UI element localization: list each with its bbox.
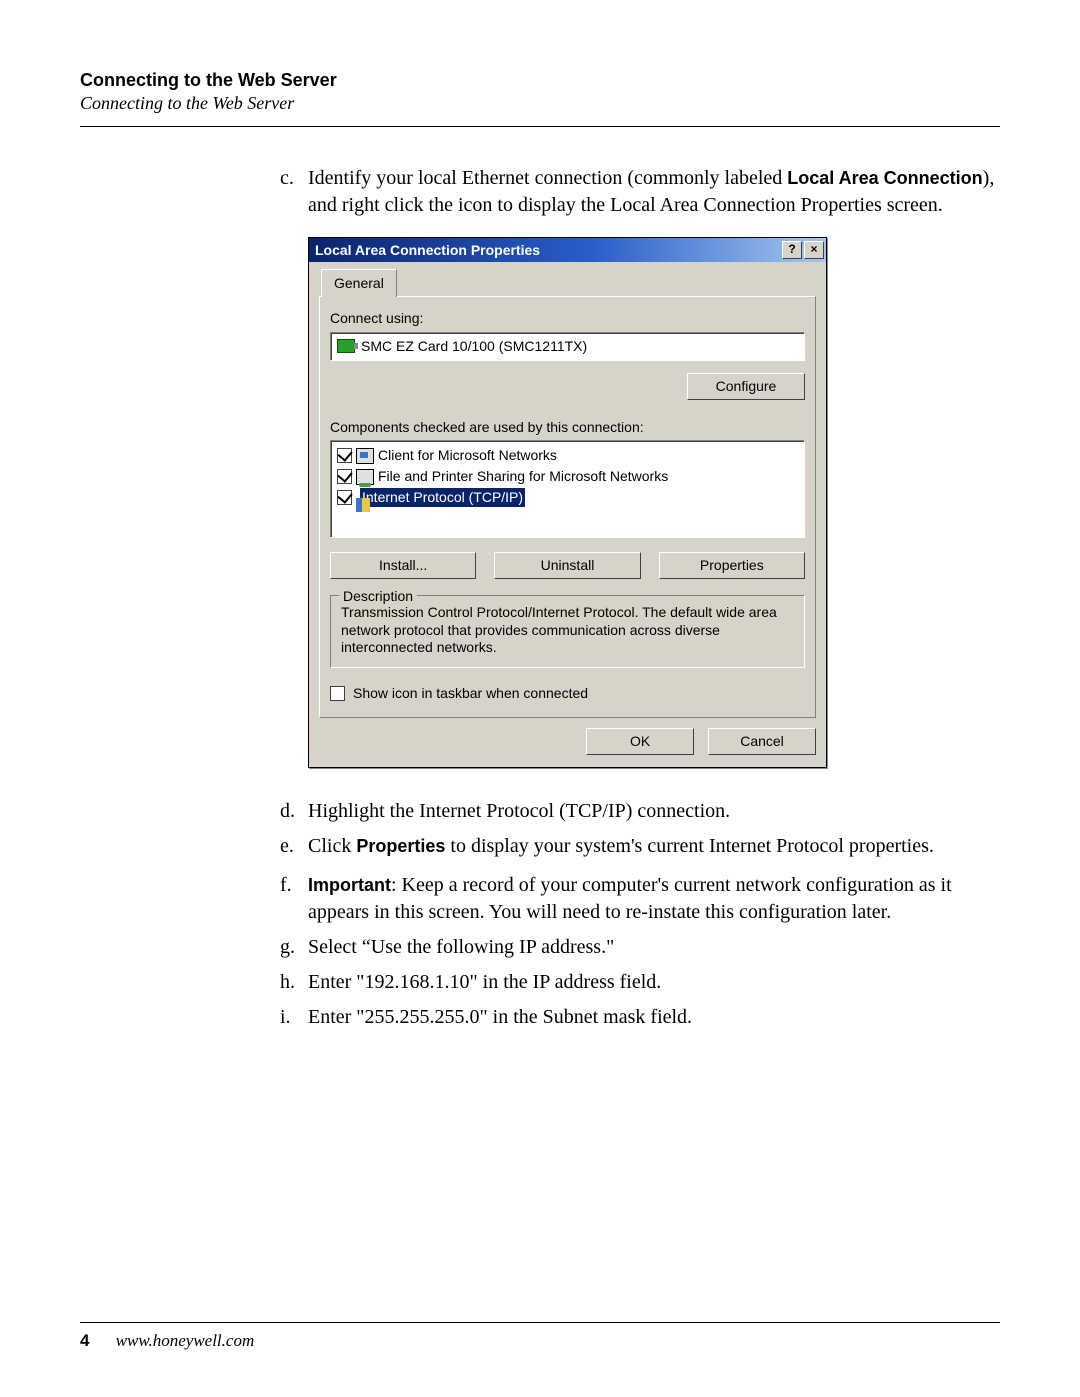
- text-run: : Keep a record of your computer's curre…: [308, 874, 952, 923]
- network-adapter-icon: [337, 339, 355, 353]
- install-button[interactable]: Install...: [330, 552, 476, 579]
- list-item-selected[interactable]: Internet Protocol (TCP/IP): [337, 487, 798, 508]
- step-marker: e.: [280, 833, 308, 860]
- ok-button[interactable]: OK: [586, 728, 694, 755]
- checkbox-icon[interactable]: [337, 490, 352, 505]
- page-footer: 4 www.honeywell.com: [80, 1322, 1000, 1351]
- step-c: c. Identify your local Ethernet connecti…: [280, 165, 1000, 219]
- inline-bold: Properties: [356, 836, 445, 856]
- adapter-field[interactable]: SMC EZ Card 10/100 (SMC1211TX): [330, 332, 805, 361]
- step-text: Highlight the Internet Protocol (TCP/IP)…: [308, 798, 1000, 825]
- checkbox-icon[interactable]: [337, 448, 352, 463]
- list-item[interactable]: File and Printer Sharing for Microsoft N…: [337, 466, 798, 487]
- step-marker: i.: [280, 1004, 308, 1031]
- properties-button[interactable]: Properties: [659, 552, 805, 579]
- description-title: Description: [339, 587, 417, 606]
- cancel-button[interactable]: Cancel: [708, 728, 816, 755]
- running-header-bold: Connecting to the Web Server: [80, 70, 1000, 91]
- close-button[interactable]: ×: [804, 241, 824, 259]
- step-e: e. Click Properties to display your syst…: [280, 833, 1000, 860]
- show-icon-row[interactable]: Show icon in taskbar when connected: [330, 684, 805, 703]
- connect-using-label: Connect using:: [330, 309, 805, 328]
- screenshot-dialog-wrap: Local Area Connection Properties ? × Gen…: [308, 237, 1000, 768]
- properties-dialog: Local Area Connection Properties ? × Gen…: [308, 237, 827, 768]
- step-d: d. Highlight the Internet Protocol (TCP/…: [280, 798, 1000, 825]
- list-item[interactable]: Client for Microsoft Networks: [337, 445, 798, 466]
- step-marker: h.: [280, 969, 308, 996]
- components-label: Components checked are used by this conn…: [330, 418, 805, 437]
- body-column: c. Identify your local Ethernet connecti…: [280, 165, 1000, 1031]
- step-i: i. Enter "255.255.255.0" in the Subnet m…: [280, 1004, 1000, 1031]
- checkbox-icon[interactable]: [330, 686, 345, 701]
- description-group: Description Transmission Control Protoco…: [330, 595, 805, 668]
- step-text: Enter "192.168.1.10" in the IP address f…: [308, 969, 1000, 996]
- step-g: g. Select “Use the following IP address.…: [280, 934, 1000, 961]
- dialog-footer: OK Cancel: [309, 728, 826, 767]
- client-icon: [356, 448, 374, 464]
- tab-general[interactable]: General: [321, 269, 397, 297]
- step-text: Click Properties to display your system'…: [308, 833, 1000, 860]
- file-sharing-icon: [356, 469, 374, 485]
- description-text: Transmission Control Protocol/Internet P…: [341, 604, 794, 657]
- uninstall-button[interactable]: Uninstall: [494, 552, 640, 579]
- step-f: f. Important: Keep a record of your comp…: [280, 872, 1000, 926]
- step-marker: d.: [280, 798, 308, 825]
- list-item-label: Client for Microsoft Networks: [378, 446, 557, 465]
- components-listbox[interactable]: Client for Microsoft Networks File and P…: [330, 440, 805, 538]
- step-h: h. Enter "192.168.1.10" in the IP addres…: [280, 969, 1000, 996]
- list-item-label: File and Printer Sharing for Microsoft N…: [378, 467, 668, 486]
- list-item-label: Internet Protocol (TCP/IP): [360, 488, 525, 507]
- inline-bold: Important: [308, 875, 391, 895]
- adapter-name: SMC EZ Card 10/100 (SMC1211TX): [361, 337, 587, 356]
- dialog-title: Local Area Connection Properties: [315, 241, 540, 260]
- dialog-titlebar[interactable]: Local Area Connection Properties ? ×: [309, 238, 826, 262]
- text-run: to display your system's current Interne…: [445, 835, 934, 857]
- inline-bold: Local Area Connection: [787, 168, 982, 188]
- help-button[interactable]: ?: [782, 241, 802, 259]
- header-rule: [80, 126, 1000, 127]
- footer-url: www.honeywell.com: [116, 1331, 255, 1350]
- show-icon-label: Show icon in taskbar when connected: [353, 684, 588, 703]
- tab-panel-general: Connect using: SMC EZ Card 10/100 (SMC12…: [319, 296, 816, 718]
- page-number: 4: [80, 1331, 89, 1350]
- checkbox-icon[interactable]: [337, 469, 352, 484]
- step-marker: f.: [280, 872, 308, 926]
- configure-button[interactable]: Configure: [687, 373, 805, 400]
- text-run: Identify your local Ethernet connection …: [308, 167, 787, 189]
- step-text: Select “Use the following IP address.": [308, 934, 1000, 961]
- step-text: Important: Keep a record of your compute…: [308, 872, 1000, 926]
- text-run: Click: [308, 835, 356, 857]
- step-text: Identify your local Ethernet connection …: [308, 165, 1000, 219]
- step-marker: c.: [280, 165, 308, 219]
- running-header-italic: Connecting to the Web Server: [80, 93, 1000, 114]
- step-marker: g.: [280, 934, 308, 961]
- step-text: Enter "255.255.255.0" in the Subnet mask…: [308, 1004, 1000, 1031]
